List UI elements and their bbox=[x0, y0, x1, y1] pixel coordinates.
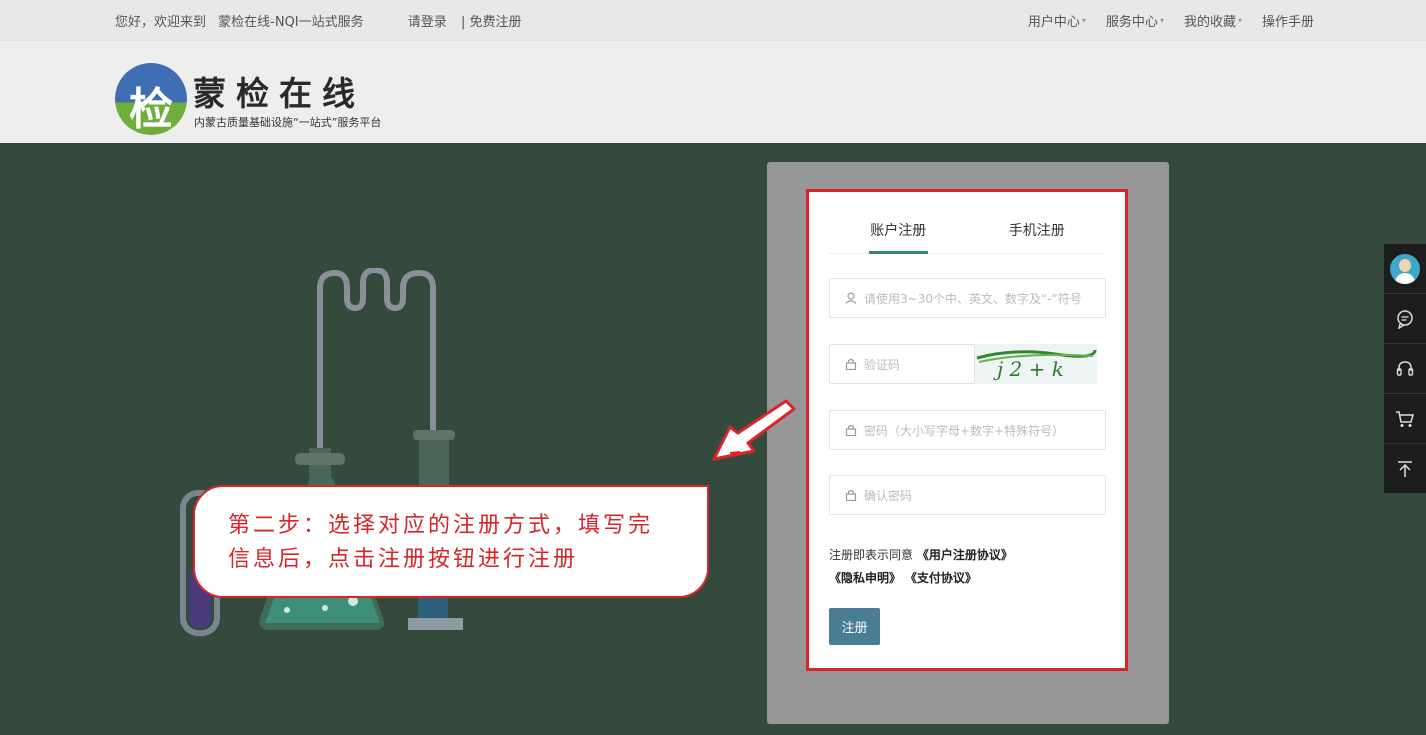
site-logo[interactable]: 检 蒙检在线 内蒙古质量基础设施“一站式”服务平台 bbox=[115, 61, 415, 135]
captcha-field[interactable]: 验证码 bbox=[829, 344, 975, 384]
top-bar: 您好，欢迎来到 蒙检在线-NQI一站式服务 请登录 | 免费注册 用户中心 ▾ … bbox=[0, 0, 1426, 40]
captcha-image[interactable]: j 2 + k bbox=[975, 344, 1097, 384]
register-tabs: 账户注册 手机注册 bbox=[829, 212, 1106, 254]
privacy-link[interactable]: 《隐私申明》 bbox=[829, 571, 901, 585]
cart-button[interactable] bbox=[1384, 394, 1426, 444]
captcha-text: j 2 + k bbox=[993, 357, 1064, 381]
user-agreement-link[interactable]: 《用户注册协议》 bbox=[917, 548, 1013, 562]
back-to-top-button[interactable] bbox=[1384, 444, 1426, 494]
menu-label: 用户中心 bbox=[1027, 15, 1080, 30]
menu-label: 我的收藏 bbox=[1183, 15, 1236, 30]
lock-icon bbox=[844, 488, 858, 502]
site-header: 检 蒙检在线 内蒙古质量基础设施“一站式”服务平台 bbox=[0, 40, 1426, 143]
menu-manual[interactable]: 操作手册 bbox=[1262, 11, 1314, 30]
confirm-password-placeholder: 确认密码 bbox=[864, 488, 913, 503]
callout-line-1: 第二步：选择对应的注册方式，填写完 bbox=[228, 513, 654, 538]
chevron-down-icon: ▾ bbox=[1159, 16, 1164, 25]
user-icon bbox=[844, 291, 858, 305]
menu-label: 服务中心 bbox=[1105, 15, 1158, 30]
login-link[interactable]: 请登录 bbox=[408, 15, 447, 30]
register-button[interactable]: 注册 bbox=[829, 608, 880, 645]
welcome-text: 您好，欢迎来到 bbox=[115, 15, 207, 30]
tutorial-callout: 第二步：选择对应的注册方式，填写完 信息后，点击注册按钮进行注册 bbox=[193, 485, 709, 598]
agreement-prefix: 注册即表示同意 bbox=[829, 548, 914, 562]
payment-agreement-link[interactable]: 《支付协议》 bbox=[905, 571, 977, 585]
separator: | bbox=[460, 15, 466, 30]
logo-subtitle: 内蒙古质量基础设施“一站式”服务平台 bbox=[194, 116, 382, 129]
tutorial-arrow-icon bbox=[712, 399, 796, 461]
password-placeholder: 密码（大小写字母+数字+特殊符号） bbox=[864, 423, 1065, 438]
floating-toolbar bbox=[1384, 244, 1426, 493]
confirm-password-field[interactable]: 确认密码 bbox=[829, 475, 1106, 515]
topbar-left: 您好，欢迎来到 蒙检在线-NQI一站式服务 请登录 | 免费注册 bbox=[115, 11, 521, 30]
menu-service-center[interactable]: 服务中心 ▾ bbox=[1106, 11, 1164, 30]
captcha-placeholder: 验证码 bbox=[864, 357, 901, 372]
chat-icon bbox=[1397, 309, 1413, 329]
tab-phone-register[interactable]: 手机注册 bbox=[968, 212, 1107, 253]
tab-account-register[interactable]: 账户注册 bbox=[829, 212, 968, 254]
username-field[interactable]: 请使用3~30个中、英文、数字及“-”符号 bbox=[829, 278, 1106, 318]
lock-icon bbox=[844, 423, 858, 437]
logo-icon: 检 bbox=[115, 63, 187, 135]
cart-icon bbox=[1396, 410, 1414, 427]
chat-button[interactable] bbox=[1384, 294, 1426, 344]
site-name: 蒙检在线-NQI一站式服务 bbox=[218, 15, 364, 30]
back-to-top-icon bbox=[1398, 461, 1412, 477]
password-field[interactable]: 密码（大小写字母+数字+特殊符号） bbox=[829, 410, 1106, 450]
register-link[interactable]: 免费注册 bbox=[469, 15, 521, 30]
logo-title: 蒙检在线 bbox=[193, 74, 365, 113]
customer-service-avatar[interactable] bbox=[1384, 244, 1426, 294]
chevron-down-icon: ▾ bbox=[1081, 16, 1086, 25]
topbar-menus: 用户中心 ▾ 服务中心 ▾ 我的收藏 ▾ 操作手册 bbox=[1028, 11, 1314, 30]
support-hotline-button[interactable] bbox=[1384, 344, 1426, 394]
headset-icon bbox=[1396, 360, 1414, 376]
avatar bbox=[1390, 253, 1420, 284]
menu-favorites[interactable]: 我的收藏 ▾ bbox=[1184, 11, 1242, 30]
lock-icon bbox=[844, 357, 858, 371]
register-form: 账户注册 手机注册 请使用3~30个中、英文、数字及“-”符号 验证码 j 2 … bbox=[806, 189, 1128, 671]
menu-user-center[interactable]: 用户中心 ▾ bbox=[1028, 11, 1086, 30]
chevron-down-icon: ▾ bbox=[1237, 16, 1242, 25]
callout-line-2: 信息后，点击注册按钮进行注册 bbox=[228, 547, 579, 572]
agreement-text: 注册即表示同意 《用户注册协议》 《隐私申明》 《支付协议》 bbox=[829, 544, 1109, 590]
menu-label: 操作手册 bbox=[1261, 15, 1314, 30]
username-placeholder: 请使用3~30个中、英文、数字及“-”符号 bbox=[864, 291, 1082, 306]
